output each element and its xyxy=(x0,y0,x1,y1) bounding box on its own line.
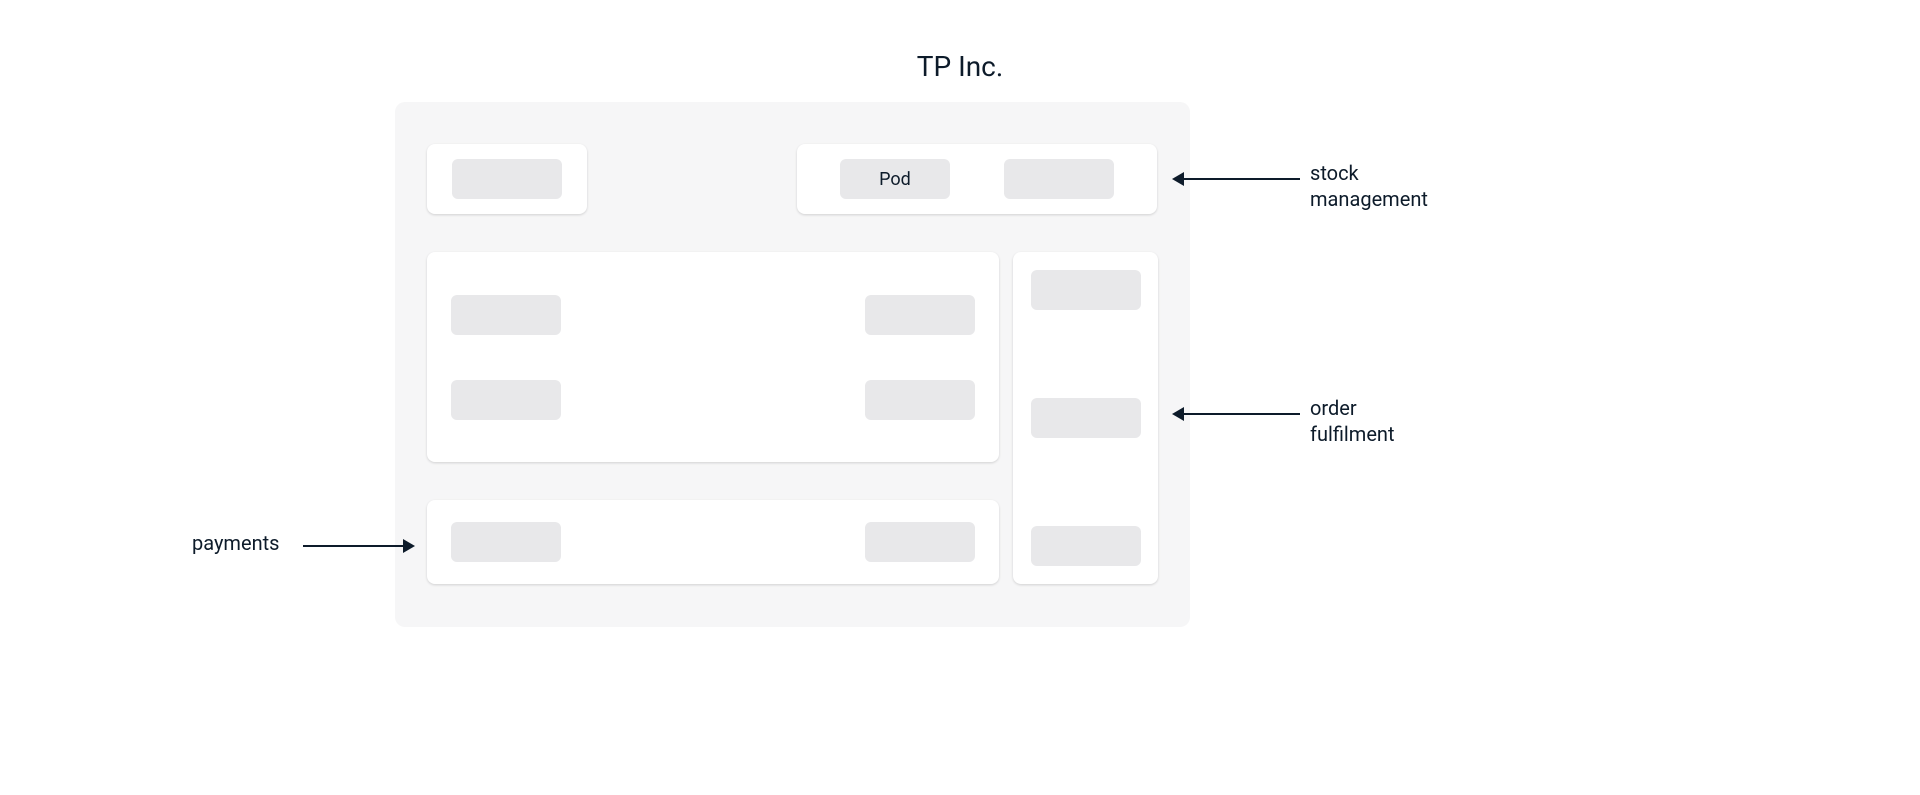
placeholder-block xyxy=(451,295,561,335)
pod-block: Pod xyxy=(840,159,950,199)
placeholder-block xyxy=(865,522,975,562)
placeholder-block xyxy=(1031,398,1141,438)
arrow-order-fulfilment xyxy=(1172,407,1300,421)
annotation-payments: payments xyxy=(192,530,279,556)
annotation-stock-management: stock management xyxy=(1310,160,1428,212)
arrow-head-icon xyxy=(1172,407,1184,421)
card-stock-management: Pod xyxy=(797,144,1157,214)
placeholder-block xyxy=(1031,526,1141,566)
annotation-text: order fulfilment xyxy=(1310,396,1395,446)
arrow-payments xyxy=(303,539,415,553)
card-order-fulfilment xyxy=(1013,252,1158,584)
grid-row xyxy=(451,295,975,335)
arrow-head-icon xyxy=(1172,172,1184,186)
placeholder-block xyxy=(1031,270,1141,310)
placeholder-block xyxy=(451,522,561,562)
card-generic-small xyxy=(427,144,587,214)
company-container: Pod xyxy=(395,102,1190,627)
diagram-title: TP Inc. xyxy=(917,50,1003,83)
placeholder-block xyxy=(865,380,975,420)
arrow-head-icon xyxy=(403,539,415,553)
arrow-line xyxy=(303,545,403,547)
placeholder-block xyxy=(452,159,562,199)
pod-label: Pod xyxy=(879,169,911,190)
annotation-text: payments xyxy=(192,531,279,555)
arrow-stock-management xyxy=(1172,172,1300,186)
arrow-line xyxy=(1184,178,1300,180)
annotation-text: stock management xyxy=(1310,161,1428,211)
grid-row xyxy=(451,380,975,420)
annotation-order-fulfilment: order fulfilment xyxy=(1310,395,1395,447)
placeholder-block xyxy=(451,380,561,420)
placeholder-block xyxy=(1004,159,1114,199)
placeholder-block xyxy=(865,295,975,335)
card-middle-grid xyxy=(427,252,999,462)
arrow-line xyxy=(1184,413,1300,415)
card-payments xyxy=(427,500,999,584)
